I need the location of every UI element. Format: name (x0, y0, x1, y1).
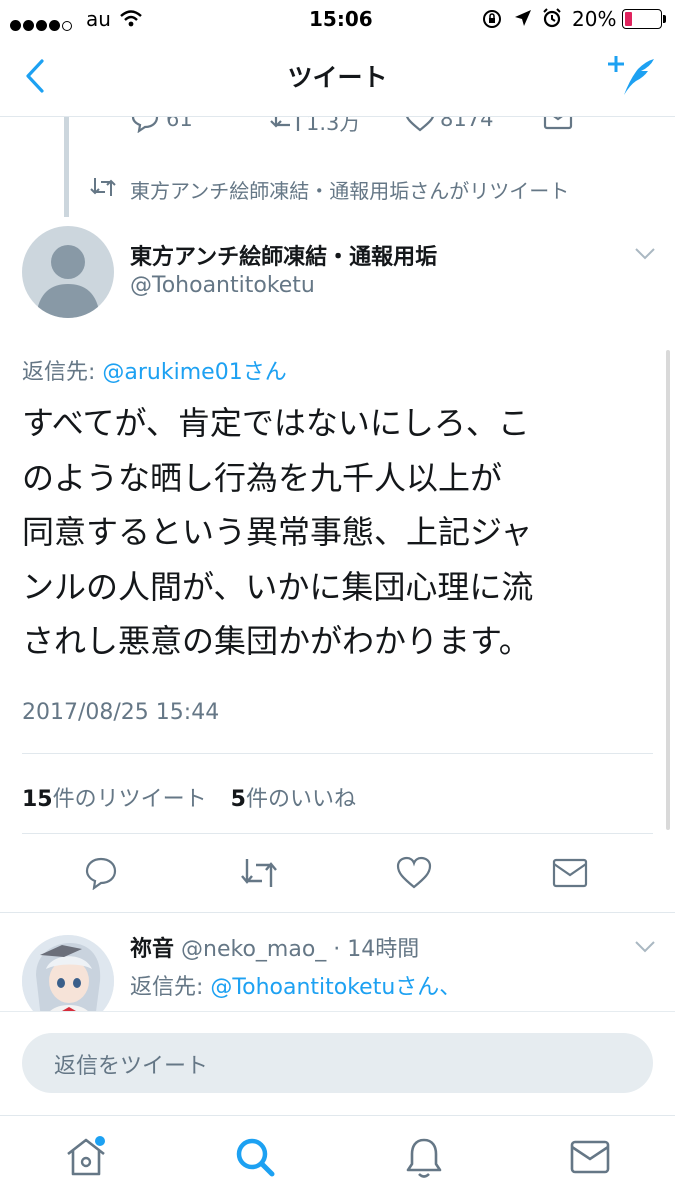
tweet-text-line: されし悪意の集団かがわかります。 (22, 622, 531, 660)
tweet-timestamp: 2017/08/25 15:44 (22, 700, 220, 725)
direct-message-icon[interactable] (543, 117, 573, 131)
default-avatar-icon (36, 245, 100, 318)
tab-search[interactable] (234, 1136, 276, 1178)
retweet-button[interactable] (240, 856, 278, 890)
retweet-count: 1.3万 (306, 117, 361, 135)
thread-connector-line (64, 117, 69, 217)
scroll-indicator[interactable] (666, 350, 670, 830)
reply-compose-placeholder: 返信をツイート (54, 1054, 209, 1079)
retweet-icon[interactable] (270, 117, 304, 133)
reply-to-mention[interactable]: @arukime01さん (102, 360, 286, 385)
tab-messages[interactable] (570, 1140, 610, 1174)
rotation-lock-icon (483, 10, 501, 28)
reply-author-line: 祢音 @neko_mao_ · 14時間 (130, 931, 419, 963)
chevron-down-icon[interactable] (634, 939, 656, 955)
like-count: 8174 (440, 117, 494, 131)
wifi-icon (120, 10, 142, 27)
like-stat[interactable]: 5件のいいね (231, 787, 356, 812)
battery-icon (622, 9, 666, 29)
nav-bar: ツイート (0, 38, 675, 117)
tweet-text: すべてが、肯定ではないにしろ、こ のような晒し行為を九千人以上が 同意するという… (22, 396, 662, 669)
reply-button[interactable] (84, 856, 118, 890)
retweet-context-text: 東方アンチ絵師凍結・通報用垢さんがリツイート (130, 179, 570, 203)
share-dm-button[interactable] (552, 858, 588, 888)
retweet-stat-label: 件のリツイート (52, 787, 207, 812)
like-icon[interactable] (404, 117, 436, 133)
tab-bar (0, 1115, 675, 1201)
reply-tweet-mention[interactable]: @Tohoantitoketuさん、 (210, 975, 461, 1000)
reply-avatar[interactable] (22, 935, 114, 1011)
reply-tweet[interactable]: 祢音 @neko_mao_ · 14時間 返信先: @Tohoantitoket… (0, 913, 675, 1011)
reply-compose-input[interactable]: 返信をツイート (22, 1033, 653, 1093)
reply-handle-time[interactable]: @neko_mao_ · 14時間 (174, 937, 419, 962)
tab-notifications[interactable] (404, 1136, 444, 1180)
avatar[interactable] (22, 226, 114, 318)
compose-tweet-button[interactable] (608, 53, 656, 99)
like-stat-number: 5 (230, 787, 246, 812)
author-display-name[interactable]: 東方アンチ絵師凍結・通報用垢 (130, 239, 437, 271)
like-stat-label: 件のいいね (245, 787, 356, 812)
battery-percent: 20% (572, 7, 617, 31)
reply-author-name[interactable]: 祢音 (130, 937, 174, 962)
reply-tweet-reply-to: 返信先: @Tohoantitoketuさん、 (130, 969, 461, 1001)
previous-tweet-actions: 61 1.3万 8174 (0, 117, 675, 139)
reply-to-prefix: 返信先: (22, 360, 103, 385)
tweet-text-line: ンルの人間が、いかに集団心理に流 (22, 567, 534, 606)
page-title: ツイート (287, 63, 388, 92)
retweet-context-icon (90, 178, 116, 196)
alarm-icon (543, 8, 561, 28)
retweet-stat-number: 15 (22, 787, 53, 812)
clock: 15:06 (309, 7, 373, 31)
tweet-stats: 15件のリツイート 5件のいいね (22, 781, 356, 813)
status-bar: au 15:06 20% (0, 0, 675, 38)
author-handle[interactable]: @Tohoantitoketu (130, 273, 315, 298)
tab-home[interactable] (64, 1136, 108, 1178)
tweet-text-line: 同意するという異常事態、上記ジャ (22, 513, 533, 551)
tweet-text-line: のような晒し行為を九千人以上が (22, 458, 503, 497)
retweet-stat[interactable]: 15件のリツイート (22, 787, 207, 812)
carrier-label: au (86, 7, 111, 31)
reply-count: 61 (166, 117, 193, 131)
reply-to-line: 返信先: @arukime01さん (22, 354, 287, 386)
tweet-text-line: すべてが、肯定ではないにしろ、こ (22, 404, 530, 442)
anime-character-avatar-icon (22, 935, 114, 1011)
divider (22, 833, 653, 834)
reply-icon[interactable] (130, 117, 160, 133)
divider (22, 753, 653, 754)
signal-strength-icon (10, 12, 74, 36)
chevron-down-icon[interactable] (634, 246, 656, 262)
reply-tweet-reply-prefix: 返信先: (130, 975, 211, 1000)
like-button[interactable] (396, 856, 432, 890)
location-icon (515, 10, 531, 26)
